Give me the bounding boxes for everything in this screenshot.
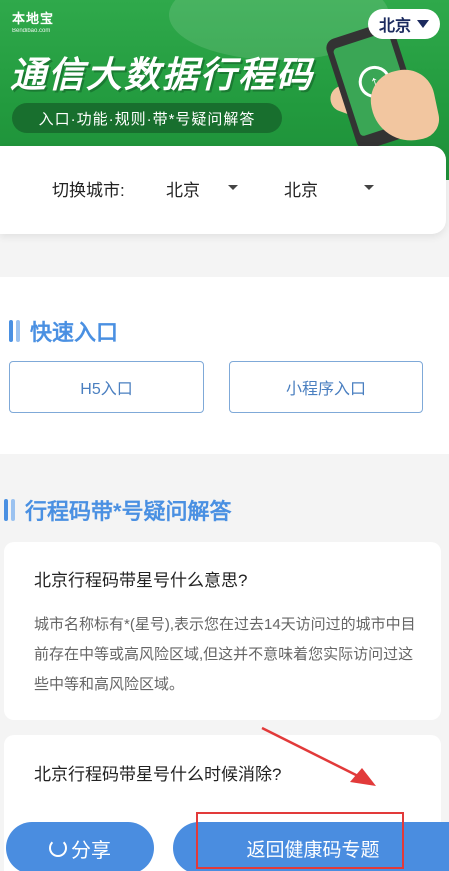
faq-answer: 城市名称标有*(星号),表示您在过去14天访问过的城市中目前存在中等或高风险区域… <box>34 616 416 693</box>
faq-section: 行程码带*号疑问解答 北京行程码带星号什么意思? 城市名称标有*(星号),表示您… <box>0 458 449 871</box>
share-icon <box>49 839 67 857</box>
quick-entry-section: 快速入口 H5入口 小程序入口 <box>0 277 449 454</box>
section-title: 行程码带*号疑问解答 <box>25 499 232 524</box>
banner-title: 通信大数据行程码 <box>10 54 315 95</box>
faq-question: 北京行程码带星号什么意思? <box>34 571 248 590</box>
h5-entry-button[interactable]: H5入口 <box>9 361 204 413</box>
banner-tagline: 入口·功能·规则·带*号疑问解答 <box>12 103 282 133</box>
logo-subtext: Bendibao.com <box>12 28 51 34</box>
faq-item[interactable]: 北京行程码带星号什么意思? 城市名称标有*(星号),表示您在过去14天访问过的城… <box>4 542 441 720</box>
bendibao-logo[interactable]: 本地宝 Bendibao.com <box>12 8 64 36</box>
share-label: 分享 <box>71 839 111 862</box>
share-button[interactable]: 分享 <box>6 822 154 871</box>
chevron-down-icon[interactable] <box>228 185 238 190</box>
annotation-highlight-box <box>196 812 404 869</box>
mini-program-entry-button[interactable]: 小程序入口 <box>229 361 423 413</box>
city-selector-button[interactable]: 北京 <box>368 9 440 39</box>
logo-text: 本地宝 <box>12 11 55 26</box>
switch-city-label: 切换城市: <box>52 181 125 200</box>
section-title: 快速入口 <box>30 320 119 345</box>
city-select[interactable]: 北京 <box>284 176 318 201</box>
section-header: 快速入口 <box>9 315 118 347</box>
city-selector-label: 北京 <box>378 18 411 35</box>
section-bar-icon <box>9 320 20 342</box>
section-header: 行程码带*号疑问解答 <box>4 494 232 526</box>
faq-question: 北京行程码带星号什么时候消除? <box>34 765 282 784</box>
chevron-down-icon[interactable] <box>364 185 374 190</box>
city-switcher: 切换城市: 北京 北京 <box>0 146 446 234</box>
section-bar-icon <box>4 499 15 521</box>
caret-down-icon <box>417 20 429 28</box>
province-select[interactable]: 北京 <box>166 176 200 201</box>
